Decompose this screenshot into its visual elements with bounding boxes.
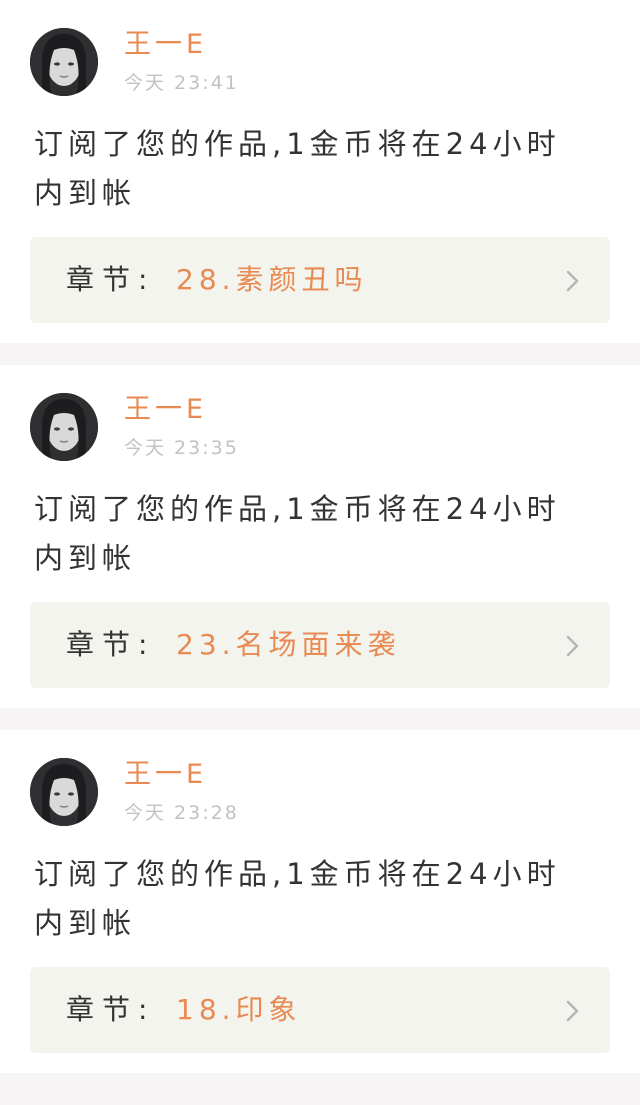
chapter-label: 章节: [66, 263, 156, 296]
avatar[interactable] [30, 758, 98, 826]
avatar[interactable] [30, 393, 98, 461]
notification-card: 王一E 今天 23:35 订阅了您的作品,1金币将在24小时内到帐 章节: 23… [0, 365, 640, 708]
chapter-link[interactable]: 章节: 18.印象 [30, 967, 610, 1053]
chevron-right-icon [566, 635, 579, 657]
chapter-link[interactable]: 章节: 28.素颜丑吗 [30, 237, 610, 323]
chevron-right-icon [566, 270, 579, 292]
avatar[interactable] [30, 28, 98, 96]
chapter-title: 23.名场面来袭 [176, 628, 401, 661]
post-time: 今天 23:35 [124, 437, 239, 459]
chapter-title: 28.素颜丑吗 [176, 263, 368, 296]
chapter-title: 18.印象 [176, 993, 302, 1026]
chapter-label: 章节: [66, 993, 156, 1026]
notification-card: 王一E 今天 23:41 订阅了您的作品,1金币将在24小时内到帐 章节: 28… [0, 0, 640, 343]
post-time: 今天 23:41 [124, 72, 239, 94]
card-separator [0, 708, 640, 730]
notification-message: 订阅了您的作品,1金币将在24小时内到帐 [34, 492, 561, 575]
user-name[interactable]: 王一E [124, 28, 207, 62]
card-separator [0, 343, 640, 365]
notification-card: 王一E 今天 23:28 订阅了您的作品,1金币将在24小时内到帐 章节: 18… [0, 730, 640, 1073]
chapter-link[interactable]: 章节: 23.名场面来袭 [30, 602, 610, 688]
user-name[interactable]: 王一E [124, 758, 207, 792]
post-time: 今天 23:28 [124, 802, 239, 824]
chevron-right-icon [566, 1000, 579, 1022]
user-name[interactable]: 王一E [124, 393, 207, 427]
notification-message: 订阅了您的作品,1金币将在24小时内到帐 [34, 127, 561, 210]
notification-feed: 王一E 今天 23:41 订阅了您的作品,1金币将在24小时内到帐 章节: 28… [0, 0, 640, 1095]
chapter-label: 章节: [66, 628, 156, 661]
card-separator [0, 1073, 640, 1095]
notification-message: 订阅了您的作品,1金币将在24小时内到帐 [34, 857, 561, 940]
